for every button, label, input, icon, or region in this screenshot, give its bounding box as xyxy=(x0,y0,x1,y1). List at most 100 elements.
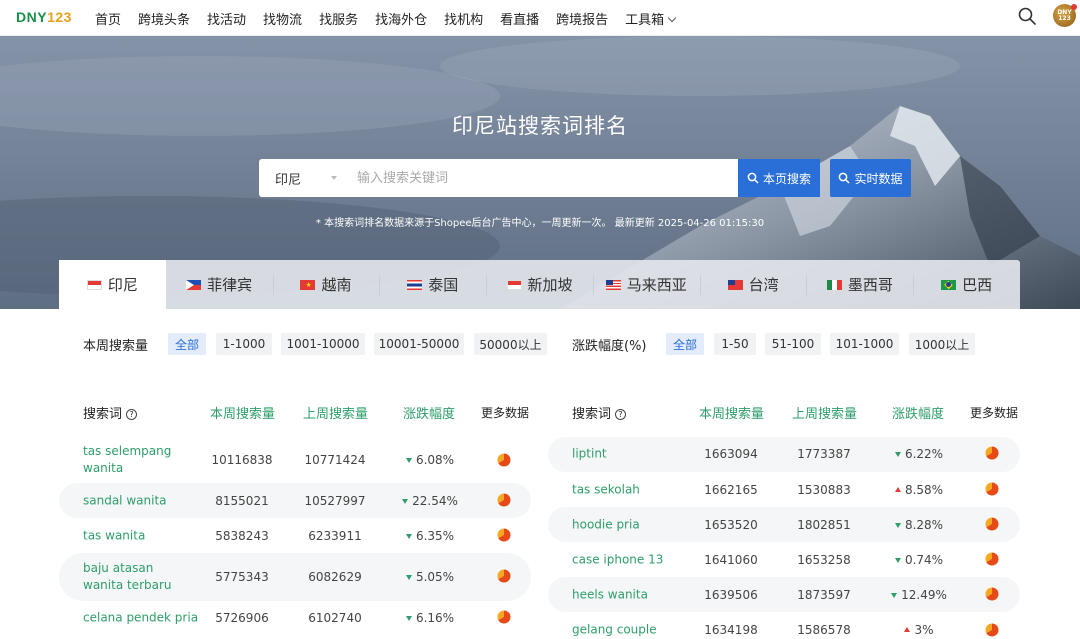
nav-item-warehouse[interactable]: 找海外仓 xyxy=(375,9,427,28)
change-text: 6.16% xyxy=(415,611,455,625)
last-week-value: 6102740 xyxy=(308,611,362,625)
tab-singapore[interactable]: 新加坡 xyxy=(486,260,593,309)
keyword-link[interactable]: sandal wanita xyxy=(83,493,203,510)
nav-item-reports[interactable]: 跨境报告 xyxy=(556,9,608,28)
tab-label: 泰国 xyxy=(428,276,459,294)
volume-filter-all[interactable]: 全部 xyxy=(168,333,206,355)
keyword-link[interactable]: hoodie pria xyxy=(572,517,672,534)
change-value: 6.08% xyxy=(385,453,475,467)
tab-mexico[interactable]: 墨西哥 xyxy=(806,260,913,309)
keyword-link[interactable]: tas sekolah xyxy=(572,482,672,499)
help-icon[interactable]: ? xyxy=(126,409,138,420)
taiwan-flag-icon xyxy=(727,279,743,290)
pie-chart-icon[interactable] xyxy=(497,610,511,624)
this-week-value: 1634198 xyxy=(704,623,758,637)
nav-item-services[interactable]: 找服务 xyxy=(319,9,358,28)
change-value: 0.74% xyxy=(874,553,964,567)
tab-brazil[interactable]: 巴西 xyxy=(913,260,1020,309)
this-week-value: 1641060 xyxy=(704,553,758,567)
change-value: 6.35% xyxy=(385,529,475,543)
page-search-button[interactable]: 本页搜索 xyxy=(738,159,820,197)
avatar[interactable]: DNY 123 xyxy=(1053,4,1077,27)
keyword-link[interactable]: case iphone 13 xyxy=(572,552,672,569)
right-header-change[interactable]: 涨跌幅度 xyxy=(892,403,944,422)
this-week-value: 1653520 xyxy=(704,518,758,532)
volume-filter-50000-plus[interactable]: 50000以上 xyxy=(474,333,547,355)
change-text: 22.54% xyxy=(412,494,458,508)
trend-down-icon xyxy=(402,499,409,504)
change-text: 8.58% xyxy=(904,483,944,497)
change-filter-1-50[interactable]: 1-50 xyxy=(714,333,756,355)
change-text: 6.35% xyxy=(415,529,455,543)
tab-thailand[interactable]: 泰国 xyxy=(379,260,486,309)
last-week-value: 1530883 xyxy=(797,483,851,497)
page-title: 印尼站搜索词排名 xyxy=(452,114,628,138)
country-select-value: 印尼 xyxy=(275,172,302,188)
right-header-this-week[interactable]: 本周搜索量 xyxy=(699,403,764,422)
keyword-link[interactable]: tas wanita xyxy=(83,528,183,545)
keyword-link[interactable]: baju atasan wanita terbaru xyxy=(83,560,193,594)
realtime-data-button[interactable]: 实时数据 xyxy=(830,159,911,197)
data-source-note: * 本搜索词排名数据来源于Shopee后台广告中心，一周更新一次。 最新更新 2… xyxy=(315,218,765,229)
keyword-link[interactable]: tas selempang wanita xyxy=(83,443,183,477)
pie-chart-icon[interactable] xyxy=(985,517,999,531)
keyword-link[interactable]: liptint xyxy=(572,446,672,463)
pie-chart-icon[interactable] xyxy=(985,552,999,566)
search-icon[interactable] xyxy=(1017,6,1037,26)
keyword-link[interactable]: gelang couple xyxy=(572,622,672,639)
keyword-link[interactable]: celana pendek pria xyxy=(83,610,203,627)
pie-chart-icon[interactable] xyxy=(985,623,999,637)
this-week-value: 5726906 xyxy=(215,611,269,625)
change-filter-101-1000[interactable]: 101-1000 xyxy=(830,333,899,355)
nav-item-live[interactable]: 看直播 xyxy=(500,9,539,28)
tab-malaysia[interactable]: 马来西亚 xyxy=(592,260,700,309)
tab-philippines[interactable]: 菲律宾 xyxy=(166,260,273,309)
left-header-this-week[interactable]: 本周搜索量 xyxy=(210,403,275,422)
vietnam-flag-icon: ★ xyxy=(300,279,316,290)
pie-chart-icon[interactable] xyxy=(985,482,999,496)
tab-indonesia[interactable]: 印尼 xyxy=(59,260,166,309)
change-text: 12.49% xyxy=(901,588,947,602)
change-value: 8.58% xyxy=(874,483,964,497)
site-logo[interactable]: DNY123 xyxy=(16,9,72,25)
volume-filter-1001-10000[interactable]: 1001-10000 xyxy=(281,333,365,355)
volume-filter-10001-50000[interactable]: 10001-50000 xyxy=(374,333,464,355)
nav-item-toolbox[interactable]: 工具箱 xyxy=(625,9,677,28)
change-text: 3% xyxy=(914,623,934,637)
last-week-value: 10771424 xyxy=(304,453,366,467)
tab-vietnam[interactable]: ★ 越南 xyxy=(272,260,380,309)
change-filter-1000-plus[interactable]: 1000以上 xyxy=(909,333,975,355)
nav-item-home[interactable]: 首页 xyxy=(95,9,121,28)
country-select[interactable]: 印尼 xyxy=(259,159,345,197)
tab-taiwan[interactable]: 台湾 xyxy=(699,260,807,309)
nav-item-events[interactable]: 找活动 xyxy=(207,9,246,28)
main-menu: 首页 跨境头条 找活动 找物流 找服务 找海外仓 找机构 看直播 跨境报告 工具… xyxy=(95,0,692,36)
top-nav: DNY123 首页 跨境头条 找活动 找物流 找服务 找海外仓 找机构 看直播 … xyxy=(0,0,1080,36)
pie-chart-icon[interactable] xyxy=(497,453,511,467)
nav-item-institutions[interactable]: 找机构 xyxy=(444,9,483,28)
change-text: 6.22% xyxy=(904,447,944,461)
pie-chart-icon[interactable] xyxy=(985,587,999,601)
left-header-change[interactable]: 涨跌幅度 xyxy=(403,403,455,422)
this-week-value: 8155021 xyxy=(215,494,269,508)
keyword-search-input[interactable] xyxy=(345,160,725,196)
tab-label: 马来西亚 xyxy=(626,276,687,294)
keyword-link[interactable]: heels wanita xyxy=(572,587,672,604)
change-filter-all[interactable]: 全部 xyxy=(666,333,704,355)
change-filter-51-100[interactable]: 51-100 xyxy=(765,333,821,355)
singapore-flag-icon xyxy=(506,279,522,290)
tab-label: 新加坡 xyxy=(527,276,573,294)
thailand-flag-icon xyxy=(407,279,423,290)
left-header-last-week[interactable]: 上周搜索量 xyxy=(303,403,368,422)
nav-item-news[interactable]: 跨境头条 xyxy=(138,9,190,28)
nav-item-toolbox-label: 工具箱 xyxy=(625,12,665,28)
change-text: 6.08% xyxy=(415,453,455,467)
pie-chart-icon[interactable] xyxy=(497,493,511,507)
pie-chart-icon[interactable] xyxy=(985,446,999,460)
pie-chart-icon[interactable] xyxy=(497,569,511,583)
nav-item-logistics[interactable]: 找物流 xyxy=(263,9,302,28)
volume-filter-1-1000[interactable]: 1-1000 xyxy=(216,333,272,355)
help-icon[interactable]: ? xyxy=(615,409,627,420)
right-header-last-week[interactable]: 上周搜索量 xyxy=(792,403,857,422)
pie-chart-icon[interactable] xyxy=(497,528,511,542)
